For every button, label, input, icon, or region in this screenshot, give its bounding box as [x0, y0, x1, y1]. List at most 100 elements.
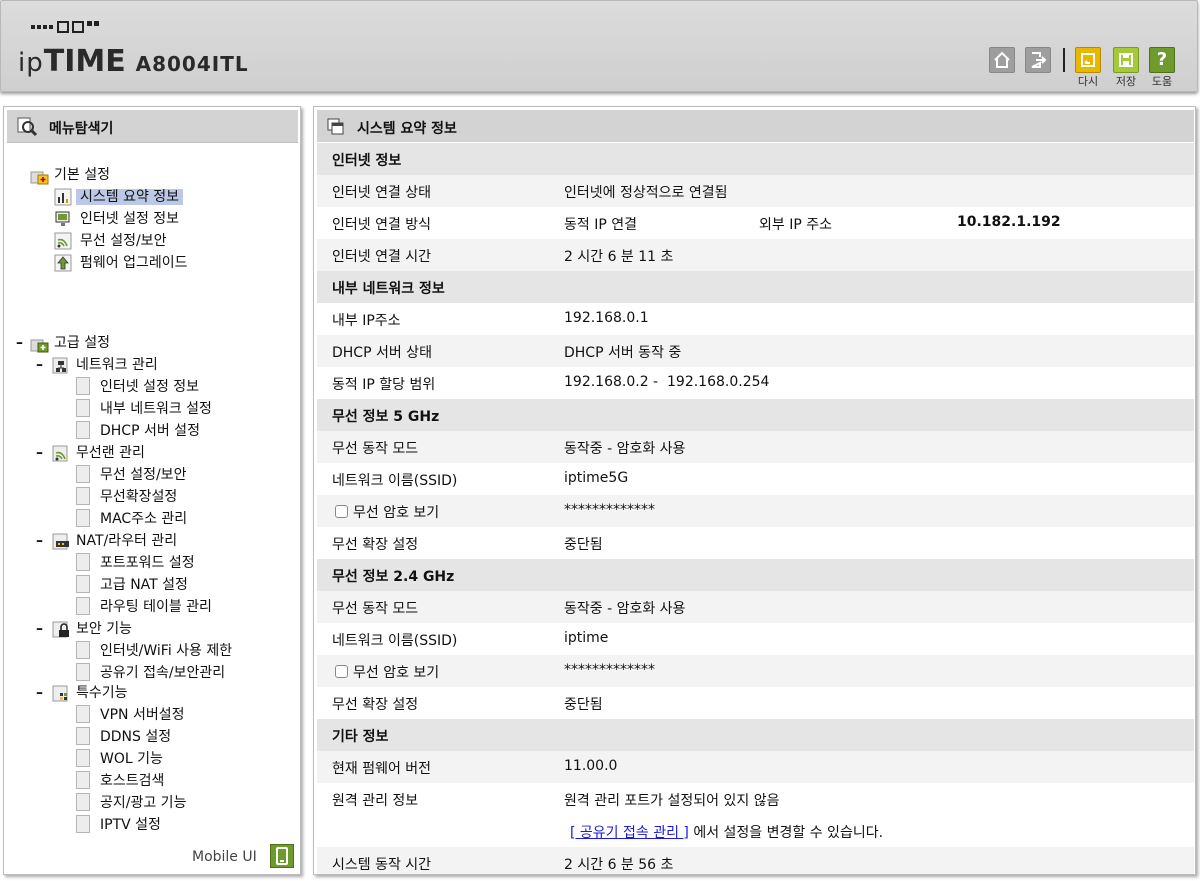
- page-icon: [76, 815, 90, 833]
- upgrade-icon: [54, 254, 72, 272]
- tree-lan-setup[interactable]: 내부 네트워크 설정: [100, 399, 212, 419]
- tree-usage-limit[interactable]: 인터넷/WiFi 사용 제한: [100, 641, 232, 661]
- menu-explorer-header: 메뉴탐색기: [7, 110, 298, 143]
- logo-mark: [31, 21, 99, 40]
- help-icon: ?: [1156, 49, 1168, 70]
- page-icon: [76, 663, 90, 681]
- page-icon: [76, 749, 90, 767]
- tree-wol[interactable]: WOL 기능: [100, 749, 163, 769]
- tree-mac-mgmt[interactable]: MAC주소 관리: [100, 509, 187, 529]
- section-wireless-24ghz: 무선 정보 2.4 GHz: [317, 559, 1194, 591]
- home-icon: [994, 51, 1010, 68]
- row-firmware-version: 현재 펌웨어 버전 11.00.0: [317, 751, 1194, 783]
- header-bar: ipTIME A8004ITL 다시 저장 ? 도움: [0, 0, 1198, 92]
- mobile-ui-button[interactable]: [270, 844, 294, 868]
- collapse-network-toggle[interactable]: –: [36, 355, 43, 375]
- logout-button[interactable]: [1025, 47, 1051, 73]
- collapse-nat-toggle[interactable]: –: [36, 531, 43, 551]
- page-icon: [76, 575, 90, 593]
- router-access-mgmt-link[interactable]: [ 공유기 접속 관리 ]: [570, 825, 689, 841]
- save-label: 저장: [1115, 75, 1137, 88]
- monitor-icon: [55, 211, 70, 226]
- collapse-security-toggle[interactable]: –: [36, 619, 43, 639]
- wifi-icon: [52, 445, 68, 462]
- tree-internet-setup[interactable]: 인터넷 설정 정보: [80, 209, 179, 229]
- router-icon: [52, 533, 69, 550]
- tree-vpn-server[interactable]: VPN 서버설정: [100, 705, 184, 725]
- mobile-ui-link[interactable]: Mobile UI: [192, 849, 257, 865]
- row-24g-password: 무선 암호 보기 *************: [317, 655, 1194, 687]
- special-features-icon: [52, 685, 68, 702]
- tree-security[interactable]: 보안 기능: [76, 619, 132, 639]
- page-icon: [76, 641, 90, 659]
- page-icon: [76, 597, 90, 615]
- row-24g-ssid: 네트워크 이름(SSID) iptime: [332, 630, 609, 649]
- row-5g-mode: 무선 동작 모드 동작중 - 암호화 사용: [317, 431, 1194, 463]
- tree-advanced-nat[interactable]: 고급 NAT 설정: [100, 575, 188, 595]
- section-lan: 내부 네트워크 정보: [317, 271, 1194, 303]
- toolbar-separator: [1063, 48, 1065, 72]
- panel-title: 시스템 요약 정보: [357, 121, 457, 137]
- lock-icon: [52, 621, 69, 638]
- row-5g-extension: 무선 확장 설정 중단됨: [332, 537, 603, 553]
- save-icon: [1119, 53, 1133, 67]
- show-password-24g-checkbox[interactable]: [335, 665, 348, 678]
- tree-basic-settings[interactable]: 기본 설정: [54, 165, 110, 185]
- tree-adv-wireless-security[interactable]: 무선 설정/보안: [100, 465, 186, 485]
- folder-plus-icon: [30, 171, 49, 185]
- row-internet-time: 인터넷 연결 시간 2 시간 6 분 11 초: [317, 239, 1194, 271]
- tree-routing-table[interactable]: 라우팅 테이블 관리: [100, 597, 212, 617]
- page-icon: [76, 465, 90, 483]
- section-wireless-5ghz: 무선 정보 5 GHz: [317, 399, 1194, 431]
- tree-network-mgmt[interactable]: 네트워크 관리: [76, 355, 158, 375]
- tree-wireless-mgmt[interactable]: 무선랜 관리: [76, 443, 145, 463]
- tree-iptv[interactable]: IPTV 설정: [100, 815, 161, 835]
- network-icon: [52, 357, 68, 374]
- windows-icon: [327, 118, 344, 135]
- undo-icon: [1081, 53, 1095, 67]
- panel-header: 시스템 요약 정보: [317, 110, 1194, 142]
- tree-access-security[interactable]: 공유기 접속/보안관리: [100, 663, 225, 683]
- tree-wireless-extension[interactable]: 무선확장설정: [100, 487, 177, 507]
- page-icon: [76, 727, 90, 745]
- row-dhcp-range: 동적 IP 할당 범위 192.168.0.2 - 192.168.0.254: [332, 374, 770, 393]
- brand-name: TIME: [43, 44, 126, 79]
- folder-green-plus-icon: [30, 339, 49, 353]
- page-icon: [76, 399, 90, 417]
- tree-host-search[interactable]: 호스트검색: [100, 771, 164, 791]
- tree-notice-ad[interactable]: 공지/광고 기능: [100, 793, 186, 813]
- row-24g-mode: 무선 동작 모드 동작중 - 암호화 사용: [317, 591, 1194, 623]
- tree-nat-router-mgmt[interactable]: NAT/라우터 관리: [76, 531, 177, 551]
- help-button[interactable]: ?: [1149, 47, 1175, 73]
- tree-special-features[interactable]: 특수기능: [76, 683, 128, 703]
- tree-system-summary[interactable]: 시스템 요약 정보: [76, 187, 184, 207]
- page-icon: [76, 793, 90, 811]
- collapse-wireless-toggle[interactable]: –: [36, 443, 43, 463]
- collapse-special-toggle[interactable]: –: [36, 683, 43, 703]
- tree-ddns[interactable]: DDNS 설정: [100, 727, 171, 747]
- tree-wireless-security[interactable]: 무선 설정/보안: [80, 231, 166, 251]
- save-button[interactable]: [1113, 47, 1139, 73]
- tree-firmware-upgrade[interactable]: 펌웨어 업그레이드: [80, 253, 188, 273]
- page-icon: [76, 553, 90, 571]
- row-dhcp-status: DHCP 서버 상태 DHCP 서버 동작 중: [317, 335, 1194, 367]
- menu-explorer: 메뉴탐색기 기본 설정 시스템 요약 정보 인터넷 설정 정보 무선 설정/보안…: [3, 106, 301, 875]
- section-internet: 인터넷 정보: [317, 143, 1194, 175]
- show-password-5g-checkbox[interactable]: [335, 505, 348, 518]
- tree-adv-internet-setup[interactable]: 인터넷 설정 정보: [100, 377, 199, 397]
- tree-dhcp-setup[interactable]: DHCP 서버 설정: [100, 421, 200, 441]
- chart-icon: [54, 188, 72, 206]
- collapse-advanced-toggle[interactable]: –: [16, 333, 23, 353]
- reset-label: 다시: [1077, 75, 1099, 88]
- row-5g-password: 무선 암호 보기 *************: [317, 495, 1194, 527]
- page-icon: [76, 377, 90, 395]
- reset-button[interactable]: [1075, 47, 1101, 73]
- tree-port-forward[interactable]: 포트포워드 설정: [100, 553, 195, 573]
- home-button[interactable]: [989, 47, 1015, 73]
- brand-logo: ipTIME A8004ITL: [18, 44, 249, 79]
- row-5g-ssid: 네트워크 이름(SSID) iptime5G: [332, 470, 629, 489]
- row-lan-ip: 내부 IP주소 192.168.0.1: [332, 310, 649, 329]
- tree-advanced-settings[interactable]: 고급 설정: [54, 333, 110, 353]
- section-other: 기타 정보: [317, 719, 1194, 751]
- help-label: 도움: [1151, 75, 1173, 88]
